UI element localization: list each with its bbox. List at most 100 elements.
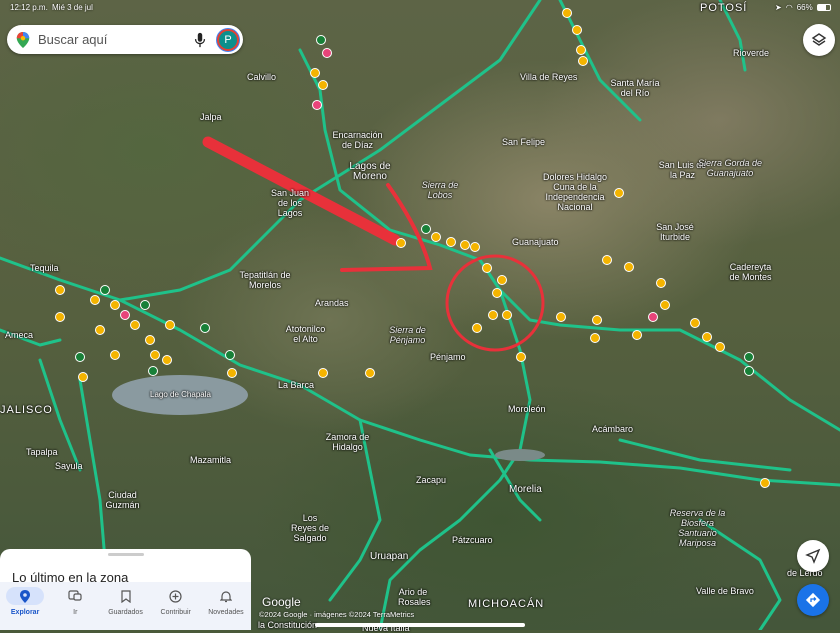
map-pin[interactable] <box>421 224 431 234</box>
map-pin[interactable] <box>482 263 492 273</box>
map-pin[interactable] <box>497 275 507 285</box>
nav-contribuir[interactable]: Contribuir <box>151 582 201 630</box>
annotation-circle <box>445 254 545 352</box>
map-label: Zamora de Hidalgo <box>325 432 370 452</box>
map-pin[interactable] <box>75 352 85 362</box>
map-pin[interactable] <box>632 330 642 340</box>
map-pin[interactable] <box>150 350 160 360</box>
map-pin[interactable] <box>148 366 158 376</box>
map-label: Pátzcuaro <box>452 535 493 545</box>
map-pin[interactable] <box>365 368 375 378</box>
map-pin[interactable] <box>55 285 65 295</box>
account-avatar[interactable]: P <box>217 28 239 51</box>
map-pin[interactable] <box>145 335 155 345</box>
battery-percent: 66% <box>796 3 813 12</box>
map-label: Sierra Gorda de Guanajuato <box>697 158 763 178</box>
nav-explorar[interactable]: Explorar <box>0 582 50 630</box>
map-pin[interactable] <box>516 352 526 362</box>
map-label: Calvillo <box>247 72 277 82</box>
map-label: Atotonilco el Alto <box>285 324 326 344</box>
map-pin[interactable] <box>624 262 634 272</box>
map-pin[interactable] <box>472 323 482 333</box>
map-pin[interactable] <box>95 325 105 335</box>
map-label: Encarnación de Díaz <box>332 130 383 150</box>
map-pin[interactable] <box>110 350 120 360</box>
map-pin[interactable] <box>78 372 88 382</box>
map-pin[interactable] <box>316 35 326 45</box>
map-pin[interactable] <box>312 100 322 110</box>
search-input[interactable]: Buscar aquí <box>38 32 193 47</box>
location-pin-icon <box>6 587 45 605</box>
my-location-button[interactable] <box>797 540 829 572</box>
map-pin[interactable] <box>702 332 712 342</box>
map-pin[interactable] <box>590 333 600 343</box>
map-pin[interactable] <box>592 315 602 325</box>
map-pin[interactable] <box>200 323 210 333</box>
map-pin[interactable] <box>120 310 130 320</box>
map-pin[interactable] <box>562 8 572 18</box>
nav-guardados[interactable]: Guardados <box>100 582 150 630</box>
map-pin[interactable] <box>602 255 612 265</box>
map-pin[interactable] <box>318 80 328 90</box>
search-bar[interactable]: Buscar aquí P <box>7 25 243 54</box>
map-pin[interactable] <box>648 312 658 322</box>
satellite-map[interactable]: POTOSÍ Rioverde Villa de Reyes Santa Mar… <box>0 0 840 633</box>
map-pin[interactable] <box>100 285 110 295</box>
microphone-icon[interactable] <box>193 32 207 48</box>
map-pin[interactable] <box>227 368 237 378</box>
map-pin[interactable] <box>225 350 235 360</box>
map-pin[interactable] <box>140 300 150 310</box>
nav-novedades[interactable]: Novedades <box>201 582 251 630</box>
map-pin[interactable] <box>165 320 175 330</box>
map-label: San Felipe <box>502 137 546 147</box>
home-indicator[interactable] <box>315 623 525 627</box>
layers-button[interactable] <box>803 24 835 56</box>
nav-label: Novedades <box>208 609 244 616</box>
map-pin[interactable] <box>322 48 332 58</box>
map-pin[interactable] <box>55 312 65 322</box>
map-label: Guanajuato <box>512 237 559 247</box>
map-pin[interactable] <box>656 278 666 288</box>
map-pin[interactable] <box>744 352 754 362</box>
map-pin[interactable] <box>614 188 624 198</box>
map-pin[interactable] <box>162 355 172 365</box>
map-pin[interactable] <box>431 232 441 242</box>
map-pin[interactable] <box>90 295 100 305</box>
map-pin[interactable] <box>460 240 470 250</box>
map-label: Arandas <box>315 298 349 308</box>
directions-button[interactable] <box>797 584 829 616</box>
map-label: Uruapan <box>370 551 409 562</box>
map-label: San José Iturbide <box>656 222 694 242</box>
map-pin[interactable] <box>576 45 586 55</box>
map-pin[interactable] <box>556 312 566 322</box>
map-label: Zacapu <box>416 475 447 485</box>
map-label: Cadereyta de Montes <box>729 262 772 282</box>
map-pin[interactable] <box>470 242 480 252</box>
sheet-drag-handle[interactable] <box>108 553 144 556</box>
map-pin[interactable] <box>318 368 328 378</box>
map-pin[interactable] <box>760 478 770 488</box>
map-pin[interactable] <box>502 310 512 320</box>
map-pin[interactable] <box>446 237 456 247</box>
nav-label: Contribuir <box>160 609 191 616</box>
map-pin[interactable] <box>660 300 670 310</box>
map-pin[interactable] <box>690 318 700 328</box>
map-attribution[interactable]: ©2024 Google · imágenes ©2024 TerraMetri… <box>259 610 414 619</box>
map-label: Reserva de la Biosfera Santuario Maripos… <box>669 508 726 548</box>
map-label: Lago de Chapala <box>150 390 211 399</box>
map-label: Sierra de Lobos <box>421 180 459 200</box>
add-circle-icon <box>157 587 195 605</box>
map-pin[interactable] <box>488 310 498 320</box>
map-pin[interactable] <box>492 288 502 298</box>
map-pin[interactable] <box>110 300 120 310</box>
map-pin[interactable] <box>396 238 406 248</box>
google-maps-logo-icon <box>16 31 30 48</box>
map-pin[interactable] <box>578 56 588 66</box>
nav-ir[interactable]: Ir <box>50 582 100 630</box>
map-pin[interactable] <box>715 342 725 352</box>
map-pin[interactable] <box>744 366 754 376</box>
lake-cuitzeo <box>495 449 545 461</box>
map-pin[interactable] <box>130 320 140 330</box>
map-pin[interactable] <box>572 25 582 35</box>
map-pin[interactable] <box>310 68 320 78</box>
